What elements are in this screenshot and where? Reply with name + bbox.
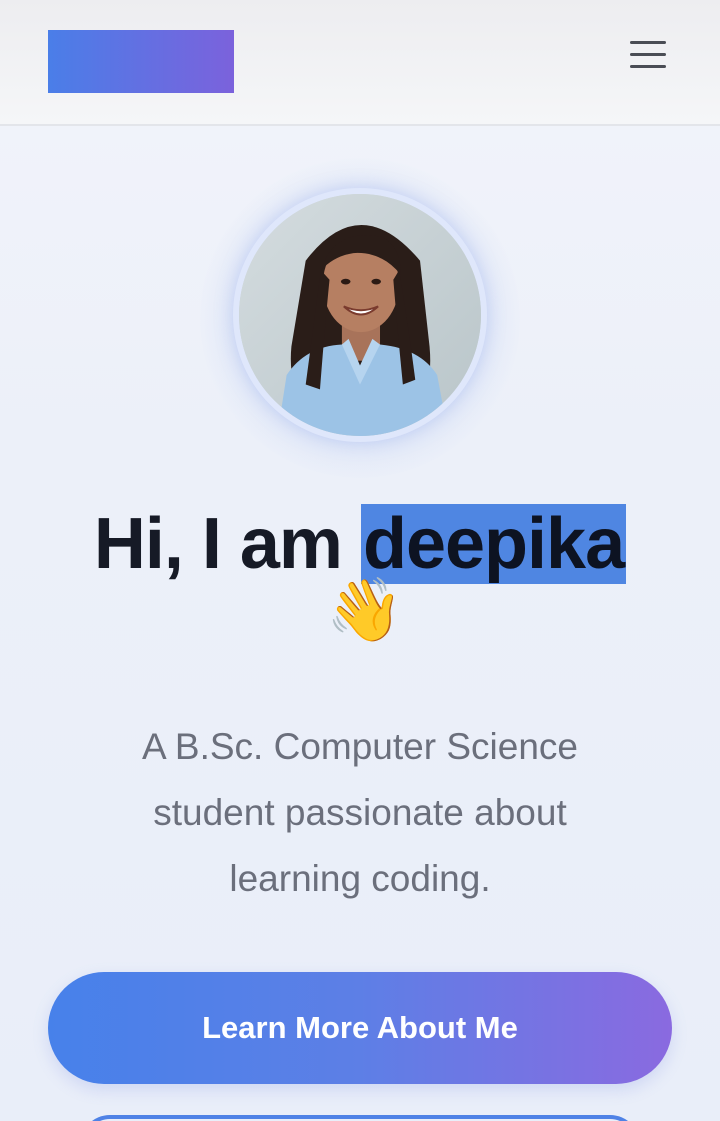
secondary-button-partial[interactable]: [80, 1115, 640, 1121]
profile-photo-icon: [239, 194, 481, 436]
waving-hand-icon: 👋: [326, 573, 404, 646]
greeting-text: Hi, I am: [93, 504, 361, 584]
page: Hi, I am deepika 👋 A B.Sc. Computer Scie…: [0, 0, 720, 1121]
menu-bar: [630, 53, 666, 56]
hamburger-menu-icon[interactable]: [624, 34, 672, 76]
menu-bar: [630, 65, 666, 68]
avatar: [233, 188, 487, 442]
site-header: [0, 0, 720, 126]
site-logo[interactable]: [48, 30, 234, 93]
menu-bar: [630, 41, 666, 44]
hero-subtitle: A B.Sc. Computer Science student passion…: [142, 726, 578, 899]
learn-more-button[interactable]: Learn More About Me: [48, 972, 672, 1084]
